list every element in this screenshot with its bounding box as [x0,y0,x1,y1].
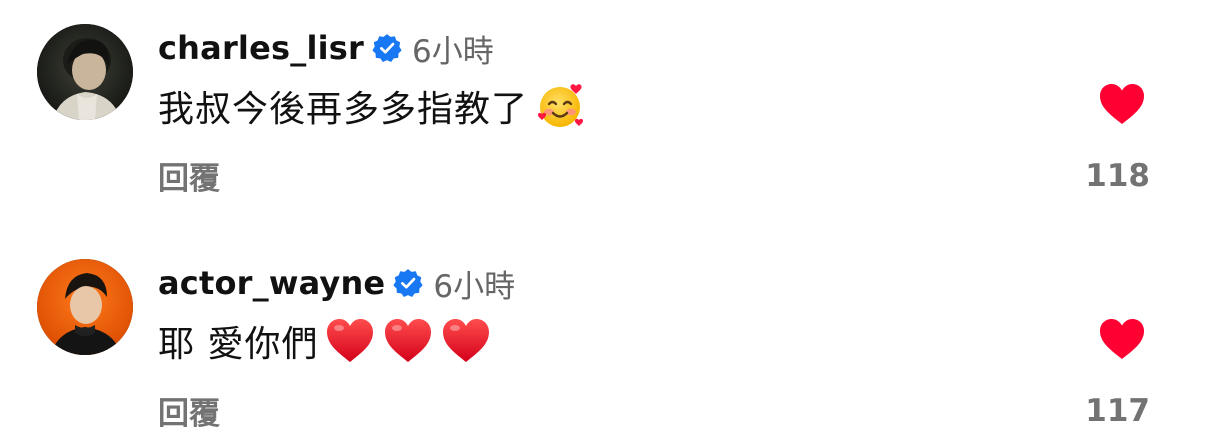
avatar-image [37,24,133,120]
red-heart-icon [440,315,492,367]
timestamp: 6小時 [433,268,516,305]
red-heart-icon [324,315,376,367]
red-heart-icon [382,315,434,367]
comment-header: actor_wayne 6小時 [158,260,515,306]
comment-text: 耶 愛你們 [158,324,319,365]
avatar[interactable] [37,259,133,355]
like-heart-icon[interactable] [1098,317,1146,361]
username[interactable]: charles_lisr [158,29,364,67]
like-count: 118 [1085,158,1150,194]
avatar-image [37,259,133,355]
comment-header: charles_lisr 6小時 [158,25,494,71]
timestamp: 6小時 [412,33,494,70]
verified-badge-icon [372,33,402,63]
smiling-face-with-hearts-icon [534,80,586,132]
comment-item: charles_lisr 6小時 我叔今後再多多指教了 回覆 118 [0,20,1206,220]
verified-badge-icon [393,268,423,298]
username[interactable]: actor_wayne [158,264,385,302]
comment-body: 耶 愛你們 [158,313,492,369]
reply-button[interactable]: 回覆 [158,388,220,433]
avatar[interactable] [37,24,133,120]
reply-button[interactable]: 回覆 [158,153,220,198]
like-count: 117 [1085,393,1150,429]
like-heart-icon[interactable] [1098,82,1146,126]
comments-list: charles_lisr 6小時 我叔今後再多多指教了 回覆 118 actor… [0,0,1206,435]
comment-body: 我叔今後再多多指教了 [158,78,586,134]
comment-text: 我叔今後再多多指教了 [158,89,529,130]
comment-item: actor_wayne 6小時 耶 愛你們 回覆 117 [0,255,1206,435]
